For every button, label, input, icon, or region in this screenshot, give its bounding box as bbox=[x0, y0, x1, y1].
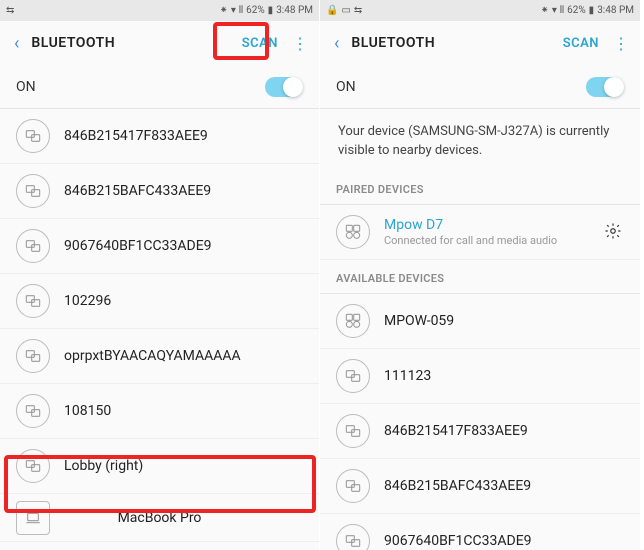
bluetooth-screen-left: ⇆ ⁕ ▾ ⫴ 62% ▮ 3:48 PM ‹ BLUETOOTH SCAN ⋮… bbox=[0, 0, 320, 550]
device-row-pairing[interactable]: Mpow D7 Pairing... bbox=[0, 542, 319, 550]
mirror-icon bbox=[16, 284, 50, 318]
laptop-icon bbox=[16, 501, 50, 535]
mirror-icon bbox=[16, 339, 50, 373]
battery-icon: ▮ bbox=[589, 5, 595, 16]
device-row[interactable]: 102296 bbox=[0, 274, 319, 329]
paired-devices-header: PAIRED DEVICES bbox=[320, 171, 640, 205]
device-name: 9067640BF1CC33ADE9 bbox=[64, 238, 303, 254]
sim-icon: ▭ bbox=[341, 5, 350, 16]
available-devices-header: AVAILABLE DEVICES bbox=[320, 260, 640, 294]
device-name: 846B215417F833AEE9 bbox=[64, 128, 303, 144]
shuffle-icon: ⇆ bbox=[354, 5, 362, 16]
back-button[interactable]: ‹ bbox=[10, 33, 23, 54]
scan-button[interactable]: SCAN bbox=[557, 32, 605, 55]
device-name: MPOW-059 bbox=[384, 313, 624, 329]
battery-icon: ▮ bbox=[268, 5, 274, 16]
signal-icon: ⫴ bbox=[239, 5, 243, 16]
device-list[interactable]: 846B215417F833AEE9 846B215BAFC433AEE9 90… bbox=[0, 109, 319, 550]
bluetooth-icon: ⁕ bbox=[540, 5, 548, 16]
device-list[interactable]: Your device (SAMSUNG-SM-J327A) is curren… bbox=[320, 109, 640, 550]
mirror-icon bbox=[16, 394, 50, 428]
clock-text: 3:48 PM bbox=[276, 5, 313, 16]
device-name: 846B215BAFC433AEE9 bbox=[64, 183, 303, 199]
device-row[interactable]: 9067640BF1CC33ADE9 bbox=[320, 514, 640, 550]
bluetooth-toggle[interactable] bbox=[586, 77, 624, 97]
back-button[interactable]: ‹ bbox=[330, 33, 343, 54]
more-button[interactable]: ⋮ bbox=[284, 34, 309, 53]
device-status: Connected for call and media audio bbox=[384, 234, 604, 247]
visibility-text: Your device (SAMSUNG-SM-J327A) is curren… bbox=[320, 109, 640, 171]
clock-text: 3:48 PM bbox=[597, 5, 634, 16]
audio-icon bbox=[336, 215, 370, 249]
status-bar: 🔒 ▭ ⇆ ⁕ ▾ ⫴ 62% ▮ 3:48 PM bbox=[320, 0, 640, 21]
device-row[interactable]: 846B215BAFC433AEE9 bbox=[320, 459, 640, 514]
device-row[interactable]: 846B215BAFC433AEE9 bbox=[0, 164, 319, 219]
bluetooth-toggle-row: ON bbox=[320, 65, 640, 109]
wifi-icon: ▾ bbox=[231, 5, 236, 16]
mirror-icon bbox=[16, 449, 50, 483]
mirror-icon bbox=[16, 119, 50, 153]
device-name: 108150 bbox=[64, 403, 303, 419]
device-name: 846B215BAFC433AEE9 bbox=[384, 478, 624, 494]
wifi-icon: ▾ bbox=[552, 5, 557, 16]
scan-button[interactable]: SCAN bbox=[236, 32, 284, 55]
page-title: BLUETOOTH bbox=[31, 35, 115, 51]
device-row[interactable]: 111123 bbox=[320, 349, 640, 404]
mirror-icon bbox=[336, 414, 370, 448]
device-row[interactable]: 9067640BF1CC33ADE9 bbox=[0, 219, 319, 274]
audio-icon bbox=[336, 304, 370, 338]
on-label: ON bbox=[16, 79, 36, 95]
device-row-macbook[interactable]: MacBook Pro bbox=[0, 494, 319, 542]
bluetooth-toggle[interactable] bbox=[265, 77, 303, 97]
device-row[interactable]: 846B215417F833AEE9 bbox=[320, 404, 640, 459]
signal-icon: ⫴ bbox=[560, 5, 564, 16]
mirror-icon bbox=[16, 229, 50, 263]
shuffle-icon: ⇆ bbox=[6, 5, 14, 16]
device-name: Lobby (right) bbox=[64, 458, 303, 474]
device-name: oprpxtBYAACAQYAMAAAAA bbox=[64, 348, 303, 364]
on-label: ON bbox=[336, 79, 356, 95]
device-name: MacBook Pro bbox=[118, 510, 202, 526]
bluetooth-toggle-row: ON bbox=[0, 65, 319, 109]
lock-icon: 🔒 bbox=[326, 5, 338, 16]
device-settings-button[interactable] bbox=[604, 222, 624, 242]
device-name: 9067640BF1CC33ADE9 bbox=[384, 533, 624, 549]
header: ‹ BLUETOOTH SCAN ⋮ bbox=[320, 21, 640, 65]
paired-device-row[interactable]: Mpow D7 Connected for call and media aud… bbox=[320, 205, 640, 260]
battery-percent: 62% bbox=[246, 5, 265, 16]
header: ‹ BLUETOOTH SCAN ⋮ bbox=[0, 21, 319, 65]
device-row[interactable]: 846B215417F833AEE9 bbox=[0, 109, 319, 164]
device-name: 102296 bbox=[64, 293, 303, 309]
mirror-icon bbox=[16, 174, 50, 208]
bluetooth-icon: ⁕ bbox=[219, 5, 227, 16]
bluetooth-screen-right: 🔒 ▭ ⇆ ⁕ ▾ ⫴ 62% ▮ 3:48 PM ‹ BLUETOOTH SC… bbox=[320, 0, 640, 550]
mirror-icon bbox=[336, 359, 370, 393]
status-bar: ⇆ ⁕ ▾ ⫴ 62% ▮ 3:48 PM bbox=[0, 0, 319, 21]
more-button[interactable]: ⋮ bbox=[605, 34, 630, 53]
battery-percent: 62% bbox=[567, 5, 586, 16]
device-row[interactable]: MPOW-059 bbox=[320, 294, 640, 349]
device-name: 111123 bbox=[384, 368, 624, 384]
device-name: 846B215417F833AEE9 bbox=[384, 423, 624, 439]
device-row[interactable]: Lobby (right) bbox=[0, 439, 319, 494]
device-row[interactable]: 108150 bbox=[0, 384, 319, 439]
device-name: Mpow D7 bbox=[384, 217, 604, 233]
mirror-icon bbox=[336, 524, 370, 550]
device-row[interactable]: oprpxtBYAACAQYAMAAAAA bbox=[0, 329, 319, 384]
page-title: BLUETOOTH bbox=[351, 35, 435, 51]
mirror-icon bbox=[336, 469, 370, 503]
